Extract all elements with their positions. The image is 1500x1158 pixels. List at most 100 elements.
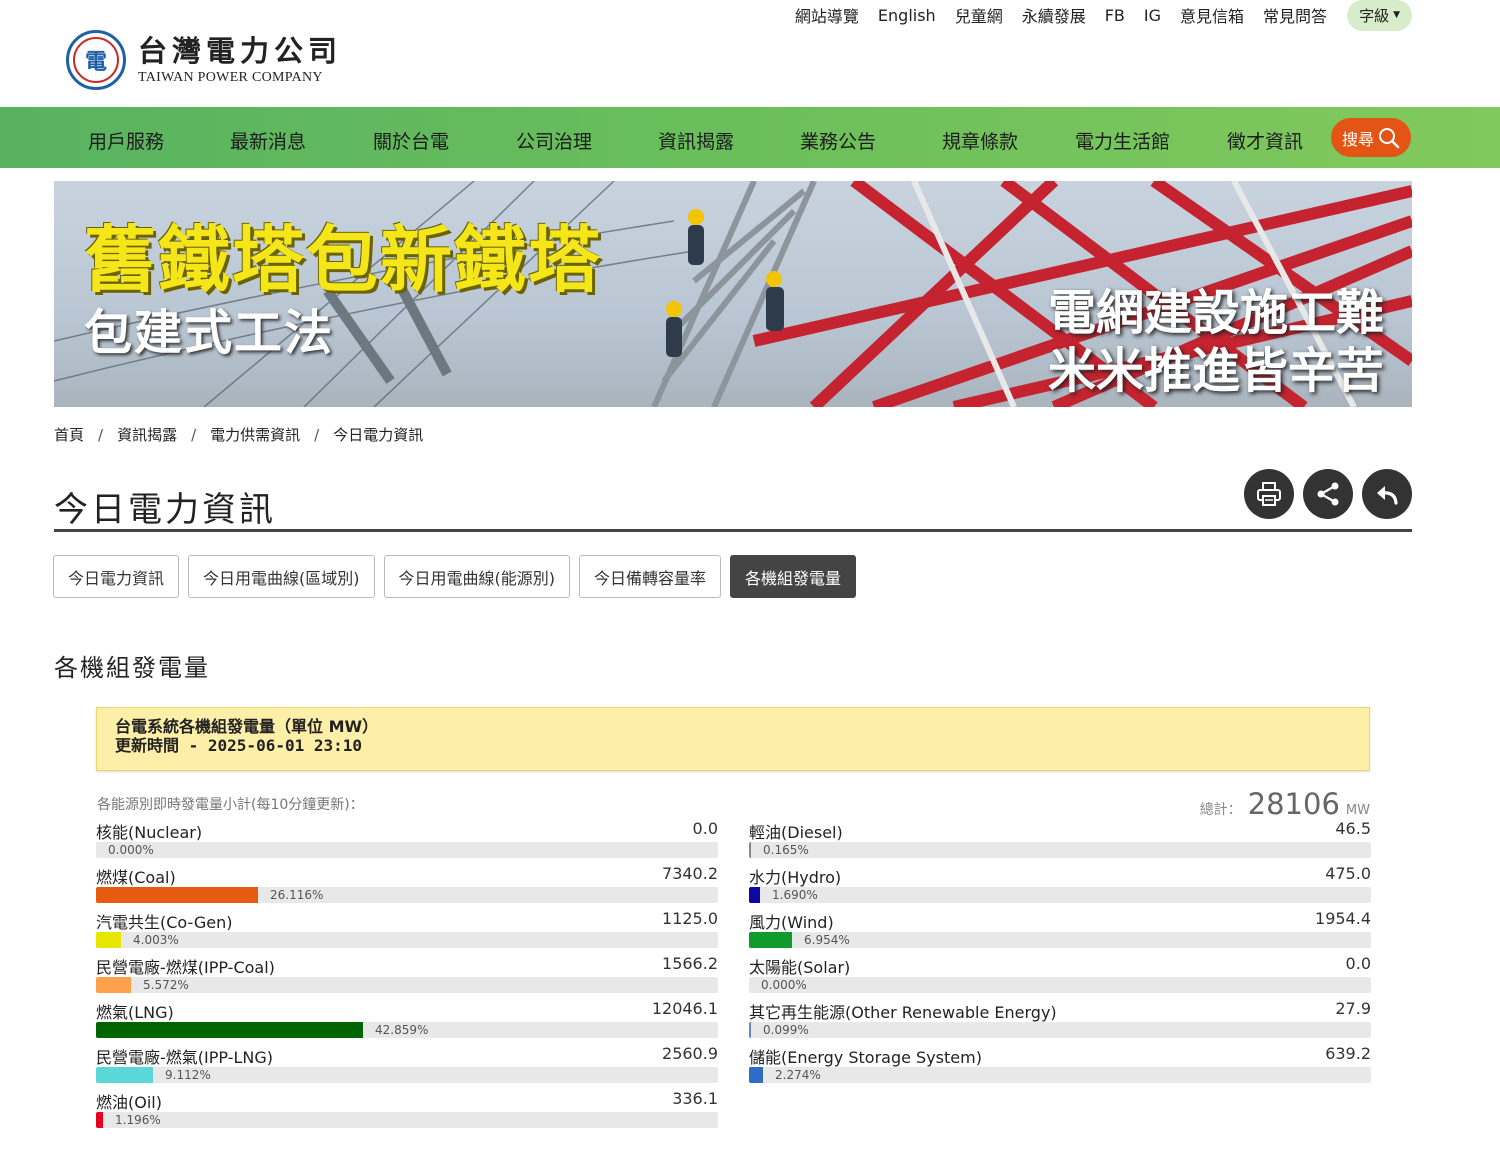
generation-percent: 5.572% (143, 978, 189, 992)
breadcrumb-current: 今日電力資訊 (333, 426, 424, 444)
generation-bar-track: 0.000% (749, 977, 1371, 993)
energy-source-row: 核能(Nuclear) 0.0 0.000% (96, 818, 718, 863)
generation-percent: 0.099% (763, 1023, 809, 1037)
print-button[interactable] (1244, 469, 1294, 519)
generation-bar-fill (749, 887, 760, 903)
banner-headline: 舊鐵塔包新鐵塔 (84, 218, 603, 302)
hero-banner[interactable]: 舊鐵塔包新鐵塔 包建式工法 電網建設施工難 米米推進皆辛苦 (54, 181, 1412, 407)
nav-customer-service[interactable]: 用戶服務 (88, 127, 164, 154)
energy-source-row: 燃油(Oil) 336.1 1.196% (96, 1088, 718, 1133)
nav-announcements[interactable]: 業務公告 (800, 127, 876, 154)
nav-disclosure[interactable]: 資訊揭露 (658, 127, 734, 154)
generation-percent: 2.274% (775, 1068, 821, 1082)
total-generation: 總計： 28106 MW (1200, 787, 1370, 821)
utility-links: 網站導覽 English 兒童網 永續發展 FB IG 意見信箱 常見問答 字級… (776, 0, 1412, 31)
generation-bar-fill (96, 1067, 153, 1083)
section-title: 各機組發電量 (54, 654, 210, 682)
tab-load-curve-region[interactable]: 今日用電曲線(區域別) (188, 555, 375, 598)
energy-source-name: 燃煤(Coal) (96, 868, 176, 887)
banner-slogan-line2: 米米推進皆辛苦 (1047, 343, 1384, 399)
nav-power-life[interactable]: 電力生活館 (1075, 127, 1170, 154)
generation-percent: 1.690% (772, 888, 818, 902)
energy-source-name: 儲能(Energy Storage System) (749, 1048, 982, 1067)
energy-source-name: 民營電廠-燃煤(IPP-Coal) (96, 958, 275, 977)
energy-source-row: 燃氣(LNG) 12046.1 42.859% (96, 998, 718, 1043)
energy-source-name: 汽電共生(Co-Gen) (96, 913, 233, 932)
toplink-english[interactable]: English (878, 6, 936, 25)
generation-bar-fill (96, 1022, 363, 1038)
generation-bar-track: 4.003% (96, 932, 718, 948)
nav-governance[interactable]: 公司治理 (516, 127, 592, 154)
back-button[interactable] (1362, 469, 1412, 519)
energy-source-value: 0.0 (692, 819, 718, 838)
toplink-feedback[interactable]: 意見信箱 (1180, 3, 1244, 27)
energy-source-row: 風力(Wind) 1954.4 6.954% (749, 908, 1371, 953)
energy-source-row: 民營電廠-燃煤(IPP-Coal) 1566.2 5.572% (96, 953, 718, 998)
caret-down-icon: ▼ (1393, 10, 1400, 20)
generation-bar-track: 0.000% (96, 842, 718, 858)
energy-source-name: 輕油(Diesel) (749, 823, 843, 842)
generation-percent: 0.000% (108, 843, 154, 857)
energy-source-row: 儲能(Energy Storage System) 639.2 2.274% (749, 1043, 1371, 1088)
generation-bar-fill (96, 887, 258, 903)
generation-bar-fill (96, 977, 131, 993)
energy-source-value: 12046.1 (651, 999, 718, 1018)
energy-source-name: 水力(Hydro) (749, 868, 842, 887)
generation-bar-track: 42.859% (96, 1022, 718, 1038)
breadcrumb-supply-demand[interactable]: 電力供需資訊 (210, 424, 300, 445)
search-icon (1379, 127, 1400, 148)
generation-bar-fill (749, 932, 792, 948)
energy-source-row: 汽電共生(Co-Gen) 1125.0 4.003% (96, 908, 718, 953)
page-title: 今日電力資訊 (54, 490, 276, 530)
energy-source-row: 輕油(Diesel) 46.5 0.165% (749, 818, 1371, 863)
energy-source-value: 639.2 (1325, 1044, 1371, 1063)
generation-percent: 1.196% (115, 1113, 161, 1127)
toplink-sustainability[interactable]: 永續發展 (1022, 3, 1086, 27)
total-unit: MW (1345, 803, 1370, 818)
breadcrumb-separator: / (191, 425, 197, 444)
logo-english-name: TAIWAN POWER COMPANY (138, 70, 323, 85)
breadcrumb-disclosure[interactable]: 資訊揭露 (117, 424, 177, 445)
title-divider (54, 529, 1412, 532)
toplink-facebook[interactable]: FB (1105, 6, 1125, 25)
toplink-kids[interactable]: 兒童網 (955, 3, 1003, 27)
generation-bar-fill (96, 932, 121, 948)
toplink-sitemap[interactable]: 網站導覽 (795, 3, 859, 27)
share-icon (1317, 482, 1339, 506)
company-logo[interactable]: 電 台灣電力公司 TAIWAN POWER COMPANY (66, 30, 342, 90)
nav-regulations[interactable]: 規章條款 (942, 127, 1018, 154)
site-header: 電 台灣電力公司 TAIWAN POWER COMPANY 網站導覽 Engli… (0, 0, 1500, 107)
energy-source-value: 1954.4 (1315, 909, 1371, 928)
logo-chinese-name: 台灣電力公司 (138, 34, 343, 68)
back-arrow-icon (1377, 486, 1398, 505)
toplink-instagram[interactable]: IG (1144, 6, 1161, 25)
energy-source-row: 其它再生能源(Other Renewable Energy) 27.9 0.099% (749, 998, 1371, 1043)
nav-about[interactable]: 關於台電 (373, 127, 449, 154)
sub-page-tabs: 今日電力資訊 今日用電曲線(區域別) 今日用電曲線(能源別) 今日備轉容量率 各… (53, 555, 865, 598)
search-button[interactable]: 搜尋 (1331, 118, 1411, 157)
tab-today-power[interactable]: 今日電力資訊 (53, 555, 180, 598)
generation-bar-track: 0.165% (749, 842, 1371, 858)
tab-unit-generation[interactable]: 各機組發電量 (730, 555, 857, 598)
energy-source-name: 核能(Nuclear) (96, 823, 203, 842)
update-time: 更新時間 - 2025-06-01 23:10 (115, 736, 363, 755)
nav-news[interactable]: 最新消息 (230, 127, 306, 154)
tab-reserve-margin[interactable]: 今日備轉容量率 (579, 555, 722, 598)
font-size-button[interactable]: 字級 ▼ (1347, 0, 1412, 31)
notice-heading: 台電系統各機組發電量（單位 MW） (115, 717, 379, 736)
printer-icon (1257, 482, 1281, 506)
breadcrumb-separator: / (314, 425, 320, 444)
taipower-emblem-icon: 電 (66, 30, 126, 90)
breadcrumb-home[interactable]: 首頁 (54, 424, 84, 445)
generation-bar-fill (749, 1067, 763, 1083)
generation-notice-panel: 台電系統各機組發電量（單位 MW） 更新時間 - 2025-06-01 23:1… (96, 707, 1370, 771)
generation-bar-track: 6.954% (749, 932, 1371, 948)
tab-load-curve-source[interactable]: 今日用電曲線(能源別) (383, 555, 571, 598)
share-button[interactable] (1303, 469, 1353, 519)
generation-bar-fill (96, 1112, 103, 1128)
toplink-faq[interactable]: 常見問答 (1263, 3, 1327, 27)
nav-careers[interactable]: 徵才資訊 (1227, 127, 1303, 154)
energy-source-value: 0.0 (1345, 954, 1371, 973)
energy-source-name: 太陽能(Solar) (749, 958, 851, 977)
energy-source-value: 336.1 (672, 1089, 718, 1108)
